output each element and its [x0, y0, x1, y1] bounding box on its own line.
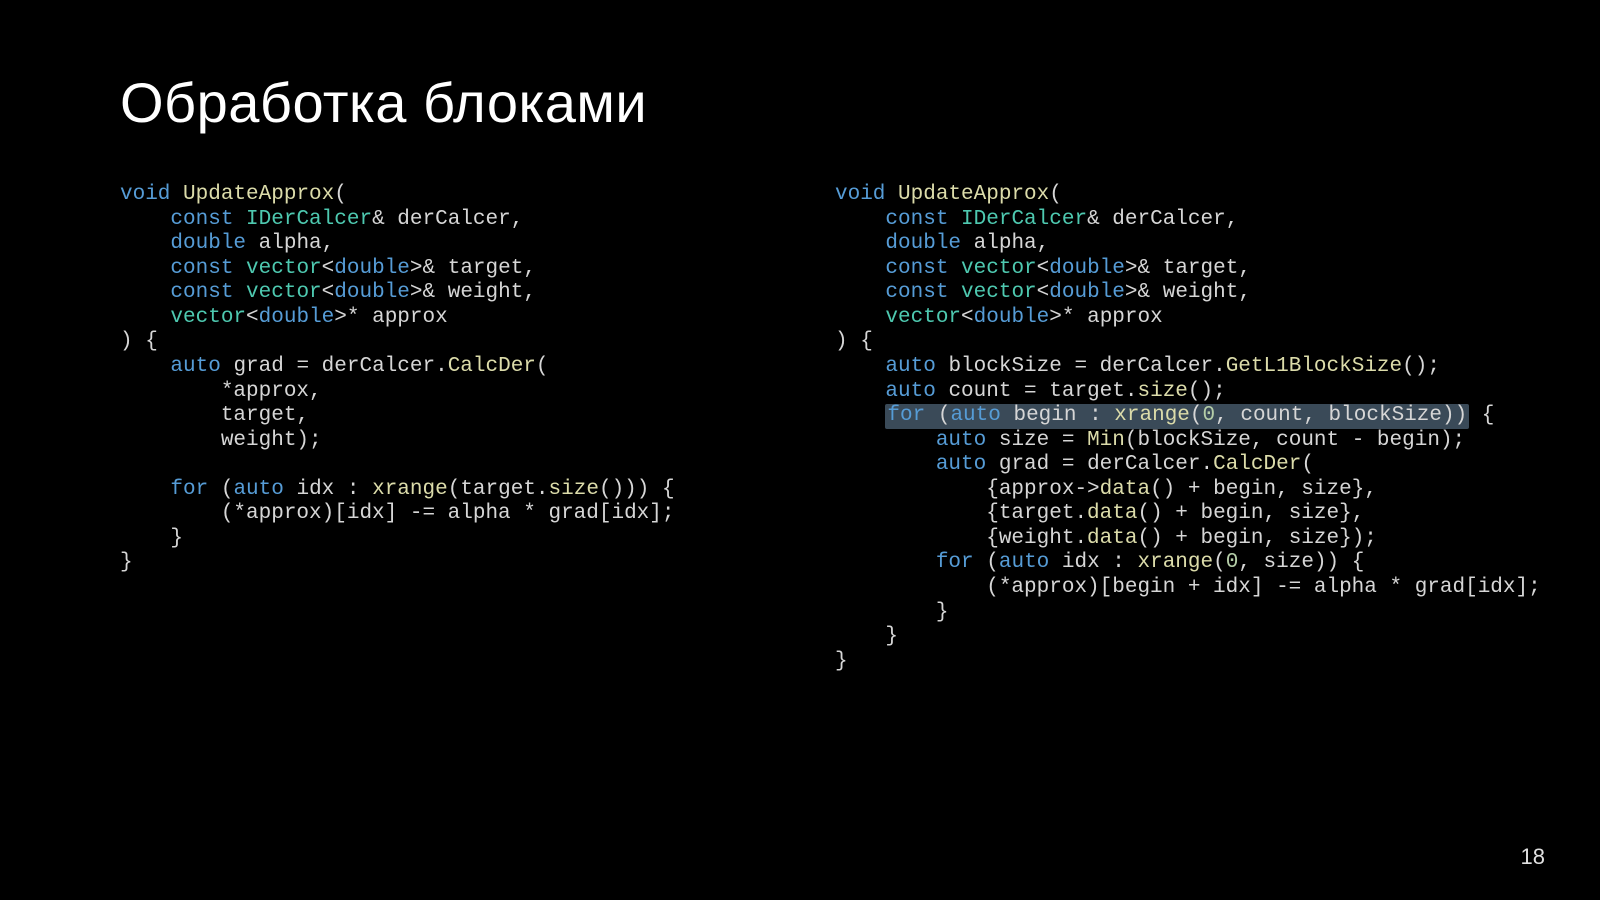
code-column-right: void UpdateApprox( const IDerCalcer& der… [835, 183, 1480, 674]
code-columns: void UpdateApprox( const IDerCalcer& der… [120, 183, 1480, 674]
highlighted-line: for (auto begin : xrange(0, count, block… [885, 404, 1469, 429]
code-block-left: void UpdateApprox( const IDerCalcer& der… [120, 183, 765, 576]
page-number: 18 [1521, 844, 1545, 870]
code-block-right: void UpdateApprox( const IDerCalcer& der… [835, 183, 1480, 674]
code-column-left: void UpdateApprox( const IDerCalcer& der… [120, 183, 765, 674]
slide-title: Обработка блоками [120, 70, 1480, 135]
slide: Обработка блоками void UpdateApprox( con… [0, 0, 1600, 900]
